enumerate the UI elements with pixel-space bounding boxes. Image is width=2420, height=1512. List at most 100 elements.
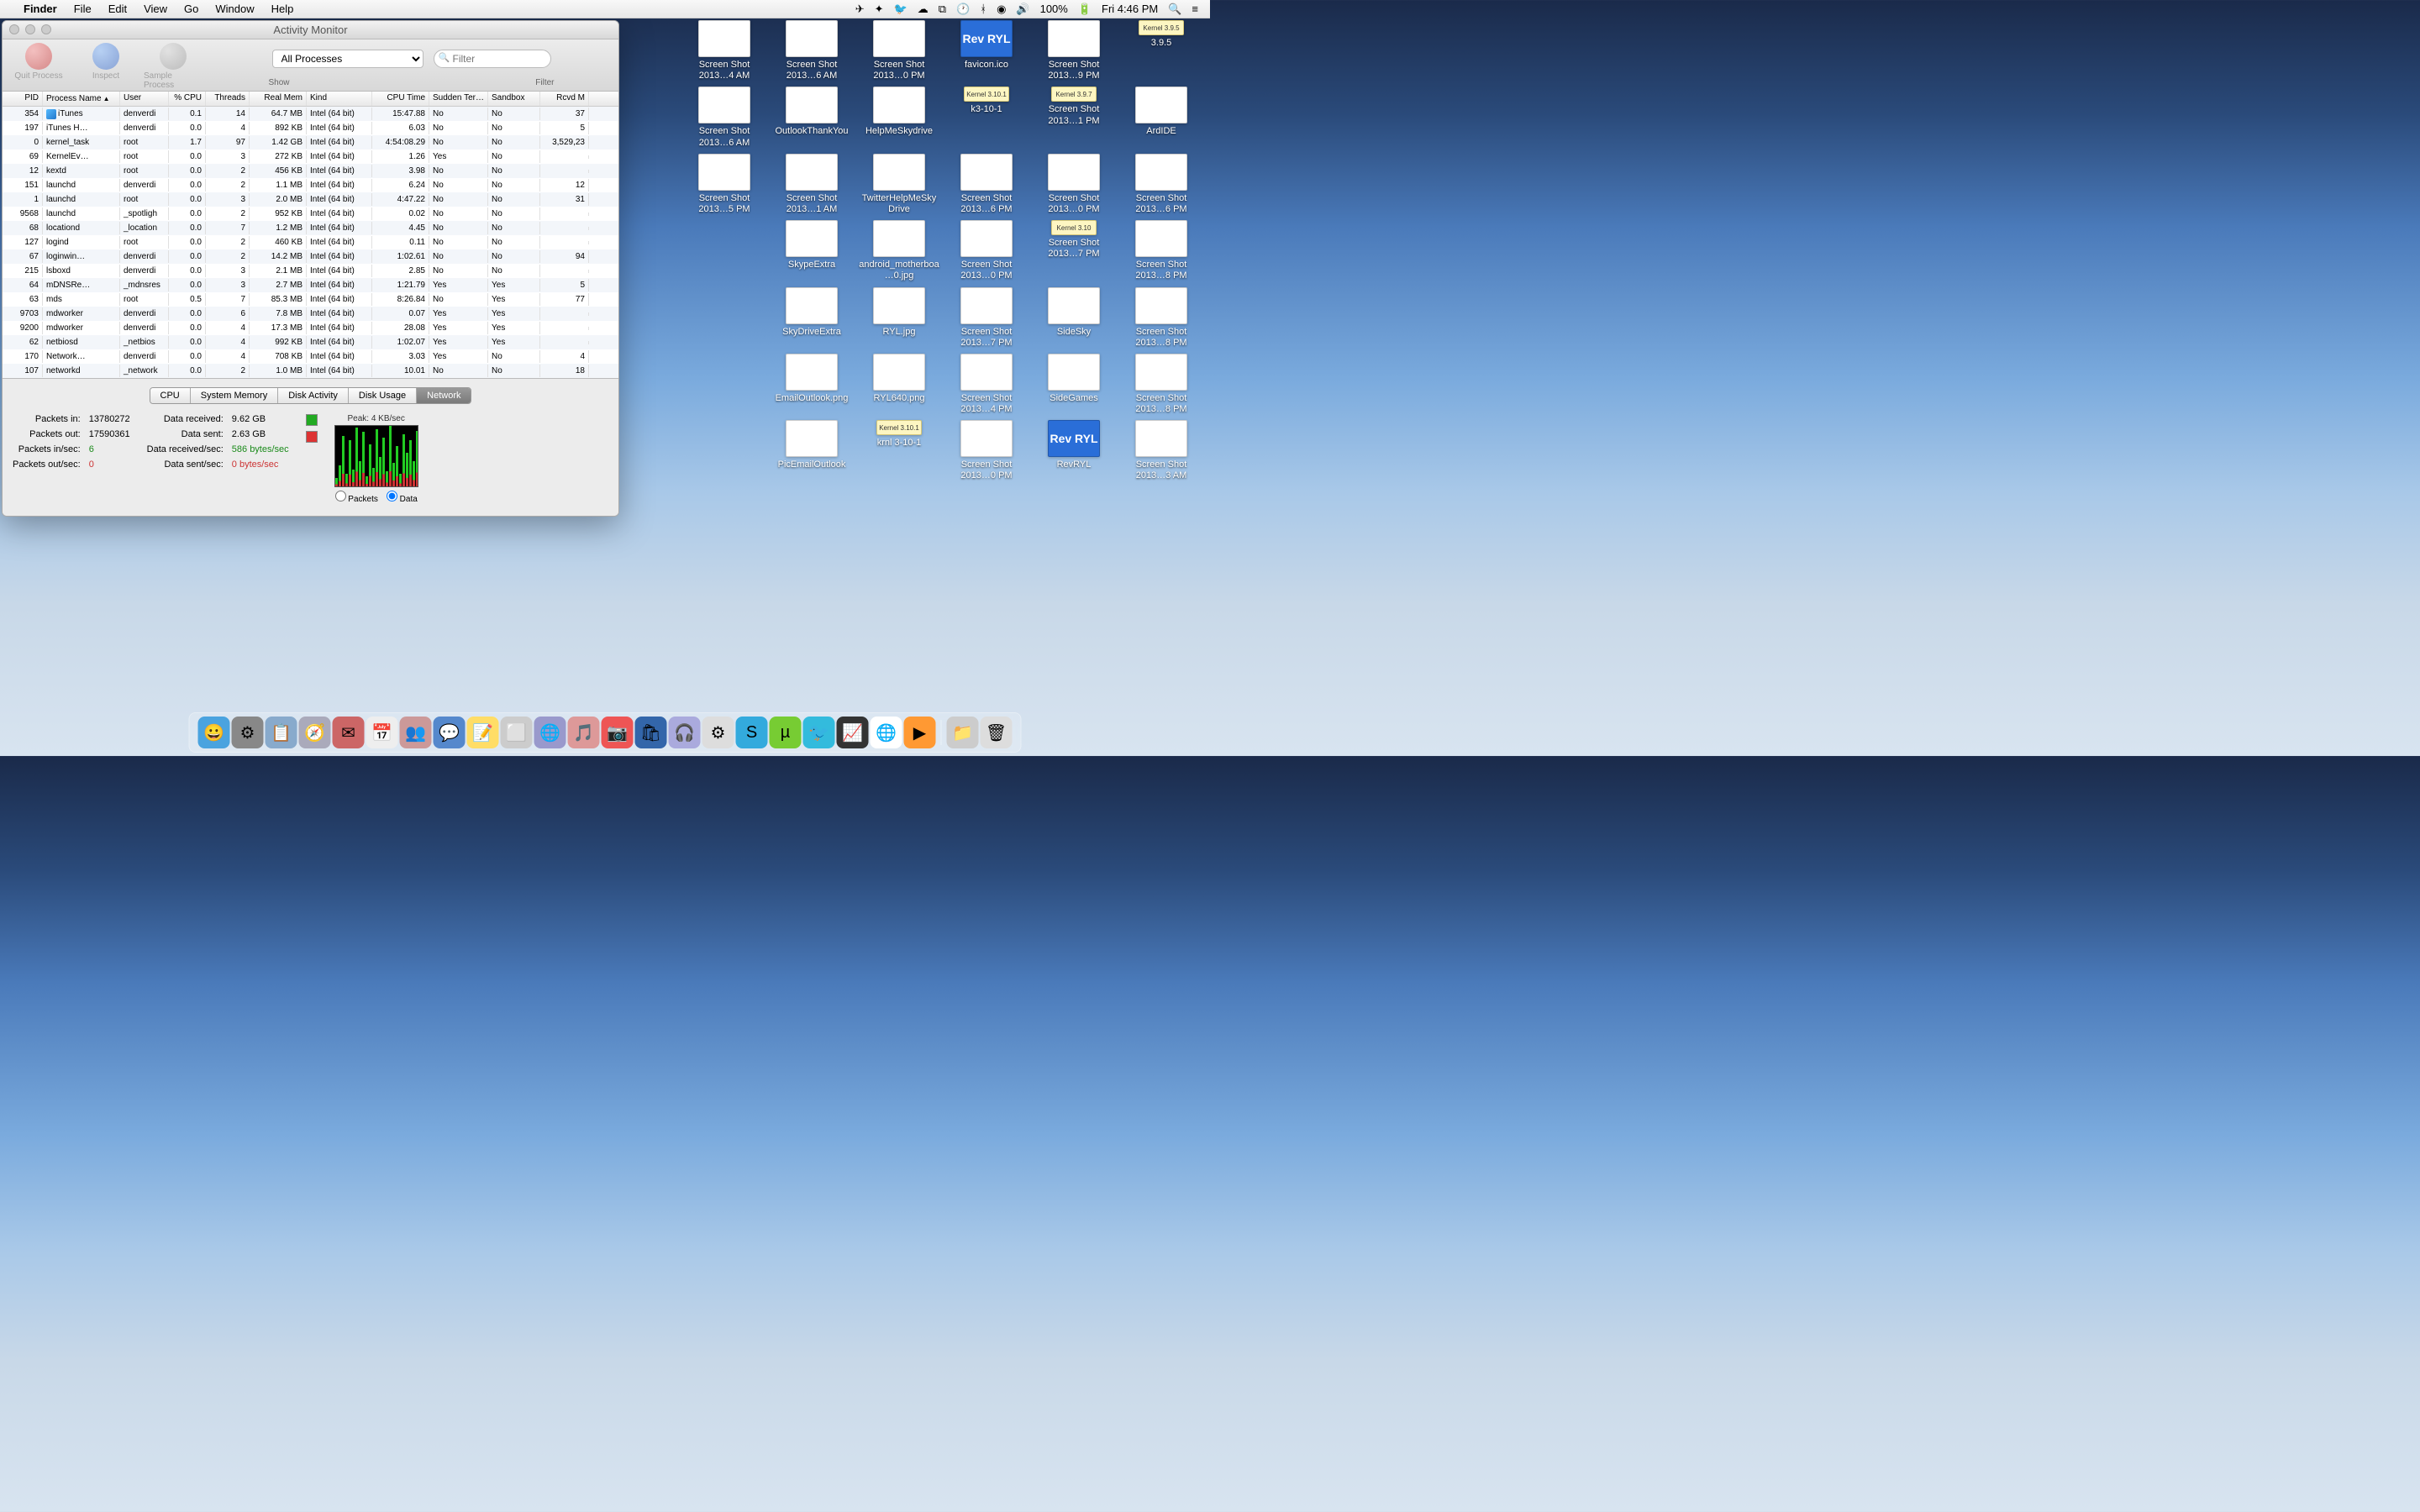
desktop-icon[interactable]: Screen Shot 2013…4 AM — [682, 20, 766, 81]
desktop-icon[interactable]: Screen Shot 2013…5 PM — [682, 154, 766, 215]
desktop-icon[interactable]: ArdIDE — [1119, 87, 1203, 148]
table-row[interactable]: 9200mdworkerdenverdi0.0417.3 MBIntel (64… — [3, 321, 618, 335]
wifi-icon[interactable]: ◉ — [992, 3, 1011, 16]
menu-item[interactable]: Go — [176, 3, 207, 15]
col-user[interactable]: User — [120, 92, 169, 106]
radio-packets[interactable]: Packets — [335, 491, 378, 504]
desktop-icon[interactable]: HelpMeSkydrive — [857, 87, 941, 148]
table-header[interactable]: PID Process Name User % CPU Threads Real… — [3, 92, 618, 107]
table-row[interactable]: 1launchdroot0.032.0 MBIntel (64 bit)4:47… — [3, 192, 618, 207]
desktop-icon[interactable]: Screen Shot 2013…7 PM — [944, 287, 1028, 349]
status-icon[interactable]: ✈ — [850, 3, 870, 16]
table-row[interactable]: 9703mdworkerdenverdi0.067.8 MBIntel (64 … — [3, 307, 618, 321]
dock-app[interactable]: 🎧 — [669, 717, 701, 748]
table-row[interactable]: 68locationd_location0.071.2 MBIntel (64 … — [3, 221, 618, 235]
col-pid[interactable]: PID — [3, 92, 43, 106]
desktop-icon[interactable]: Kernel 3.10.1krnl 3-10-1 — [857, 420, 941, 481]
desktop-icon[interactable]: Screen Shot 2013…4 PM — [944, 354, 1028, 415]
dock-app[interactable]: 🗑 — [981, 717, 1013, 748]
table-row[interactable]: 12kextdroot0.02456 KBIntel (64 bit)3.98N… — [3, 164, 618, 178]
bluetooth-icon[interactable]: ᚼ — [975, 3, 992, 15]
col-cpu[interactable]: % CPU — [169, 92, 206, 106]
col-sudden[interactable]: Sudden Term. — [429, 92, 488, 106]
desktop-icon[interactable]: Screen Shot 2013…1 AM — [770, 154, 854, 215]
dock-app[interactable]: 📁 — [947, 717, 979, 748]
desktop-icon[interactable]: PicEmailOutlook — [770, 420, 854, 481]
col-sandbox[interactable]: Sandbox — [488, 92, 540, 106]
battery-icon[interactable]: 🔋 — [1073, 3, 1097, 16]
col-name[interactable]: Process Name — [43, 92, 120, 106]
menu-app[interactable]: Finder — [15, 3, 66, 15]
desktop-icon[interactable]: Screen Shot 2013…8 PM — [1119, 287, 1203, 349]
desktop-icon[interactable]: Kernel 3.10.1k3-10-1 — [944, 87, 1028, 148]
status-icon[interactable]: ✦ — [870, 3, 889, 16]
dock-app[interactable]: µ — [770, 717, 802, 748]
table-row[interactable]: 69KernelEv…root0.03272 KBIntel (64 bit)1… — [3, 150, 618, 164]
desktop-icon[interactable]: Screen Shot 2013…0 PM — [944, 420, 1028, 481]
col-cputime[interactable]: CPU Time — [372, 92, 429, 106]
dock-app[interactable]: 📅 — [366, 717, 398, 748]
desktop-icon[interactable]: RYL640.png — [857, 354, 941, 415]
col-kind[interactable]: Kind — [307, 92, 372, 106]
volume-icon[interactable]: 🔊 — [1011, 3, 1034, 16]
dock-app[interactable]: ⚙ — [232, 717, 264, 748]
table-row[interactable]: 354iTunesdenverdi0.11464.7 MBIntel (64 b… — [3, 107, 618, 121]
desktop-icon[interactable]: Kernel 3.9.53.9.5 — [1119, 20, 1203, 81]
table-row[interactable]: 197iTunes H…denverdi0.04892 KBIntel (64 … — [3, 121, 618, 135]
desktop-icon[interactable]: Screen Shot 2013…6 PM — [944, 154, 1028, 215]
table-row[interactable]: 63mdsroot0.5785.3 MBIntel (64 bit)8:26.8… — [3, 292, 618, 307]
tab-disk-activity[interactable]: Disk Activity — [278, 388, 349, 403]
table-row[interactable]: 64mDNSRe…_mdnsres0.032.7 MBIntel (64 bit… — [3, 278, 618, 292]
desktop-icon[interactable]: RYL.jpg — [857, 287, 941, 349]
desktop-icon[interactable]: Kernel 3.10Screen Shot 2013…7 PM — [1032, 220, 1116, 281]
dock-app[interactable]: 📋 — [266, 717, 297, 748]
desktop-icon[interactable]: Screen Shot 2013…8 PM — [1119, 220, 1203, 281]
table-row[interactable]: 62netbiosd_netbios0.04992 KBIntel (64 bi… — [3, 335, 618, 349]
menu-item[interactable]: Help — [263, 3, 302, 15]
menu-item[interactable]: Edit — [100, 3, 135, 15]
dock-app[interactable]: ⚙ — [702, 717, 734, 748]
filter-search-input[interactable] — [434, 50, 551, 68]
table-row[interactable]: 107networkd_network0.021.0 MBIntel (64 b… — [3, 364, 618, 378]
tab-disk-usage[interactable]: Disk Usage — [349, 388, 417, 403]
desktop-icon[interactable]: android_motherboa…0.jpg — [857, 220, 941, 281]
desktop-icon[interactable]: Screen Shot 2013…8 PM — [1119, 354, 1203, 415]
col-threads[interactable]: Threads — [206, 92, 250, 106]
table-row[interactable]: 67loginwin…denverdi0.0214.2 MBIntel (64 … — [3, 249, 618, 264]
desktop-icon[interactable]: Screen Shot 2013…0 PM — [857, 20, 941, 81]
desktop-icon[interactable]: SkypeExtra — [770, 220, 854, 281]
window-titlebar[interactable]: Activity Monitor — [3, 21, 618, 39]
table-row[interactable]: 170Network…denverdi0.04708 KBIntel (64 b… — [3, 349, 618, 364]
desktop-icon[interactable]: Screen Shot 2013…6 AM — [682, 87, 766, 148]
desktop-icon[interactable]: Rev RYLRevRYL — [1032, 420, 1116, 481]
dock-app[interactable]: 🎵 — [568, 717, 600, 748]
dock-app[interactable]: 😀 — [198, 717, 230, 748]
dock-app[interactable]: 📷 — [602, 717, 634, 748]
cloud-icon[interactable]: ☁ — [913, 3, 934, 16]
dock-app[interactable]: 📈 — [837, 717, 869, 748]
dock-app[interactable]: 🐦 — [803, 717, 835, 748]
notification-icon[interactable]: ≡ — [1186, 3, 1203, 15]
spotlight-icon[interactable]: 🔍 — [1163, 3, 1186, 16]
dock-app[interactable]: 🧭 — [299, 717, 331, 748]
window-traffic-lights[interactable] — [9, 24, 51, 34]
desktop-icon[interactable]: Rev RYLfavicon.ico — [944, 20, 1028, 81]
tab-network[interactable]: Network — [417, 388, 471, 403]
dock-app[interactable]: ✉ — [333, 717, 365, 748]
menu-item[interactable]: Window — [207, 3, 262, 15]
quit-process-button[interactable]: Quit Process — [9, 43, 68, 81]
dock-app[interactable]: 🛍 — [635, 717, 667, 748]
tab-cpu[interactable]: CPU — [150, 388, 191, 403]
desktop-icon[interactable]: TwitterHelpMeSkyDrive — [857, 154, 941, 215]
dock-app[interactable]: ⬜ — [501, 717, 533, 748]
tab-system-memory[interactable]: System Memory — [191, 388, 278, 403]
desktop-icon[interactable]: Screen Shot 2013…9 PM — [1032, 20, 1116, 81]
radio-data[interactable]: Data — [387, 491, 418, 504]
desktop-icon[interactable]: Screen Shot 2013…6 PM — [1119, 154, 1203, 215]
screen-icon[interactable]: ⧉ — [934, 3, 951, 16]
twitter-icon[interactable]: 🐦 — [889, 3, 913, 16]
battery-percent[interactable]: 100% — [1035, 3, 1073, 15]
process-filter-select[interactable]: All Processes — [272, 50, 424, 68]
desktop-icon[interactable]: OutlookThankYou — [770, 87, 854, 148]
clock-icon[interactable]: 🕐 — [951, 3, 975, 16]
